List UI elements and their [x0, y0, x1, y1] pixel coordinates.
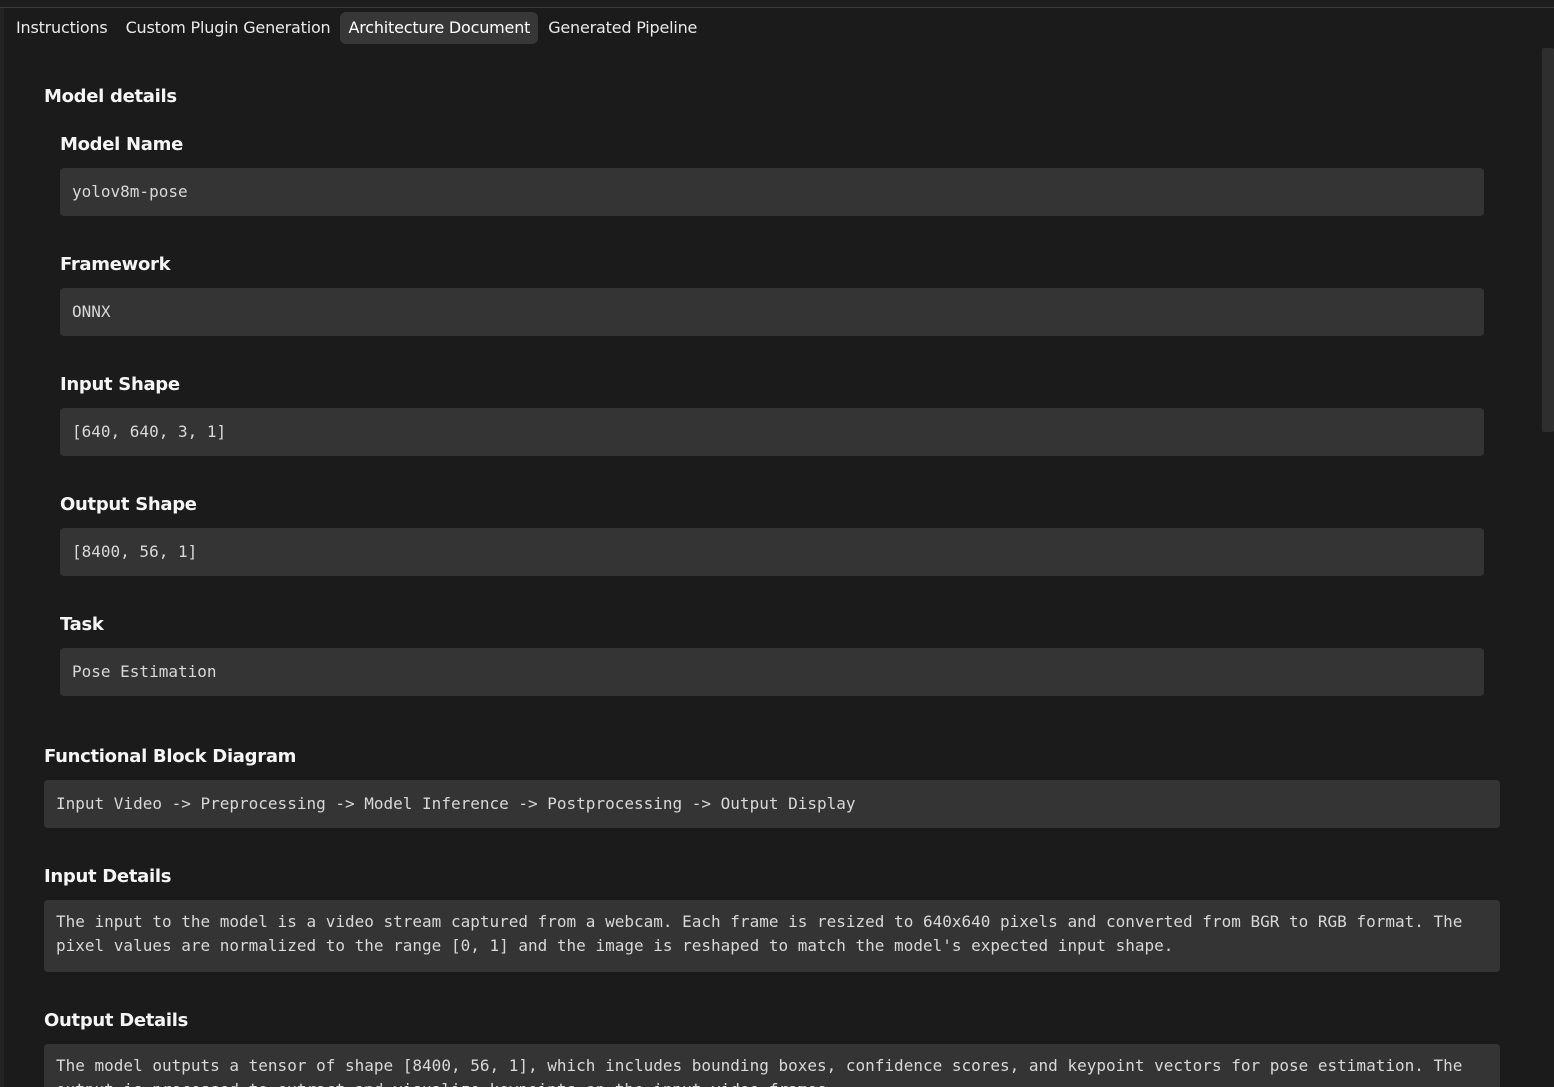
task-value: Pose Estimation: [72, 662, 217, 681]
tab-architecture-document[interactable]: Architecture Document: [340, 12, 539, 44]
output-shape-field[interactable]: [8400, 56, 1]: [60, 528, 1484, 576]
functional-block-diagram-value: Input Video -> Preprocessing -> Model In…: [56, 794, 856, 813]
tab-instructions[interactable]: Instructions: [8, 12, 116, 44]
output-details-field[interactable]: The model outputs a tensor of shape [840…: [44, 1044, 1500, 1087]
tab-custom-plugin-generation[interactable]: Custom Plugin Generation: [118, 12, 339, 44]
output-shape-label: Output Shape: [60, 494, 197, 515]
functional-block-diagram-title: Functional Block Diagram: [44, 746, 297, 767]
framework-label: Framework: [60, 254, 171, 275]
input-details-title: Input Details: [44, 866, 172, 887]
output-details-title: Output Details: [44, 1010, 189, 1031]
functional-block-diagram-field[interactable]: Input Video -> Preprocessing -> Model In…: [44, 780, 1500, 828]
model-details-title: Model details: [44, 86, 177, 107]
tab-bar: Instructions Custom Plugin Generation Ar…: [8, 12, 707, 44]
input-shape-value: [640, 640, 3, 1]: [72, 422, 227, 441]
output-shape-value: [8400, 56, 1]: [72, 542, 198, 561]
input-details-field[interactable]: The input to the model is a video stream…: [44, 900, 1500, 972]
scrollbar-thumb[interactable]: [1542, 48, 1554, 432]
model-name-value: yolov8m-pose: [72, 182, 188, 201]
model-name-field[interactable]: yolov8m-pose: [60, 168, 1484, 216]
input-shape-field[interactable]: [640, 640, 3, 1]: [60, 408, 1484, 456]
framework-value: ONNX: [72, 302, 111, 321]
task-field[interactable]: Pose Estimation: [60, 648, 1484, 696]
task-label: Task: [60, 614, 104, 635]
window-top-border: [0, 0, 1554, 8]
framework-field[interactable]: ONNX: [60, 288, 1484, 336]
model-name-label: Model Name: [60, 134, 183, 155]
output-details-value: The model outputs a tensor of shape [840…: [56, 1056, 1463, 1087]
architecture-document-panel: Model details Model Name yolov8m-pose Fr…: [4, 44, 1540, 1087]
input-shape-label: Input Shape: [60, 374, 180, 395]
tab-generated-pipeline[interactable]: Generated Pipeline: [540, 12, 705, 44]
input-details-value: The input to the model is a video stream…: [56, 912, 1463, 955]
